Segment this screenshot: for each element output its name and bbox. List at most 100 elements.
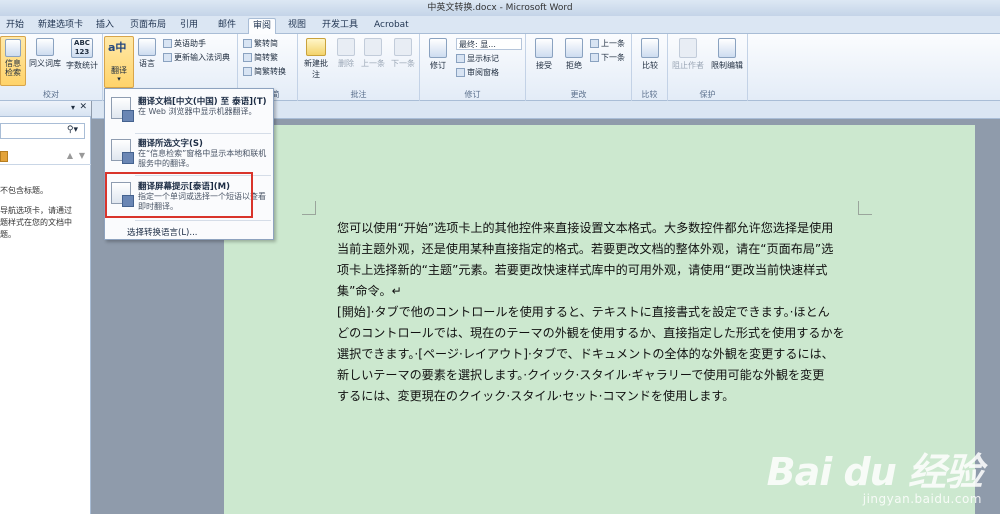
menu-item-translate-document[interactable]: 翻译文档[中文(中国) 至 泰语](T) 在 Web 浏览器中显示机器翻译。 bbox=[107, 93, 271, 133]
menu-item-choose-language[interactable]: 选择转换语言(L)... bbox=[127, 226, 197, 238]
reject-button[interactable]: 拒绝 bbox=[560, 38, 588, 71]
group-label-protect: 保护 bbox=[699, 90, 716, 99]
review-pane-button[interactable]: 审阅窗格 bbox=[456, 67, 499, 79]
review-pane-icon bbox=[456, 68, 465, 77]
prev-heading-icon[interactable]: ▲ bbox=[67, 151, 73, 160]
group-label-proofing: 校对 bbox=[43, 90, 59, 99]
nav-message-line: 题。 bbox=[0, 230, 16, 239]
delete-comment-icon bbox=[337, 38, 355, 56]
trad-simp-icon bbox=[243, 39, 252, 48]
ribbon-tabs: 开始 新建选项卡 插入 页面布局 引用 邮件 审阅 视图 开发工具 Acroba… bbox=[0, 16, 1000, 35]
translate-button[interactable]: a中 翻译 ▾ bbox=[104, 36, 134, 88]
thesaurus-button[interactable]: 同义词库 bbox=[27, 38, 63, 69]
menu-item-translate-selection[interactable]: 翻译所选文字(S) 在“信息检索”窗格中显示本地和联机服务中的翻译。 bbox=[107, 135, 271, 175]
word-count-button[interactable]: ABC 123 字数统计 bbox=[64, 38, 100, 71]
group-changes: 接受 拒绝 上一条 下一条 更改 bbox=[526, 34, 632, 101]
chevron-down-icon: ▾ bbox=[117, 75, 121, 83]
compare-button[interactable]: 比较 bbox=[636, 38, 664, 71]
baidu-watermark: Bai du 经验 jingyan.baidu.com bbox=[766, 450, 983, 506]
english-assistant-button[interactable]: 英语助手 bbox=[163, 38, 206, 50]
group-comments: 新建批注 删除 上一条 下一条 批注 bbox=[298, 34, 420, 101]
accept-icon bbox=[535, 38, 553, 58]
highlight-box bbox=[105, 172, 253, 218]
nav-message-line: 导航选项卡，请通过 bbox=[0, 206, 72, 215]
next-comment-icon bbox=[394, 38, 412, 56]
globe-icon bbox=[138, 38, 156, 56]
language-button[interactable]: 语言 bbox=[135, 38, 159, 69]
new-comment-button[interactable]: 新建批注 bbox=[301, 38, 331, 80]
group-proofing: 信息检索 同义词库 ABC 123 字数统计 校对 bbox=[0, 34, 103, 101]
group-label-compare: 比较 bbox=[641, 90, 658, 99]
tab-mailings[interactable]: 邮件 bbox=[214, 18, 240, 34]
paragraph-line: するには、変更現在のクイック·スタイル·セット·コマンドを使用します。 bbox=[337, 389, 735, 403]
navigation-tabs: ▲ ▼ bbox=[0, 149, 91, 165]
group-label-changes: 更改 bbox=[570, 90, 587, 99]
prev-comment-icon bbox=[364, 38, 382, 56]
window-title: 中英文转换.docx - Microsoft Word bbox=[427, 3, 573, 13]
trad-to-simp-button[interactable]: 繁转简 bbox=[243, 38, 278, 50]
next-change-icon bbox=[590, 53, 599, 62]
next-change-button[interactable]: 下一条 bbox=[590, 52, 625, 64]
tab-review[interactable]: 审阅 bbox=[248, 18, 277, 35]
tab-acrobat[interactable]: Acrobat bbox=[370, 18, 413, 34]
menu-separator bbox=[135, 133, 271, 134]
group-protect: 阻止作者 限制编辑 保护 bbox=[668, 34, 748, 101]
paragraph-line: 新しいテーマの要素を選択します。·クイック·スタイル·ギャラリーで使用可能な外観… bbox=[337, 368, 825, 382]
display-for-review-select[interactable]: 最终: 显... bbox=[456, 38, 522, 50]
lock-icon bbox=[718, 38, 736, 58]
chevron-down-icon[interactable]: ▾ bbox=[71, 103, 75, 112]
block-authors-icon bbox=[679, 38, 697, 58]
tab-references[interactable]: 引用 bbox=[176, 18, 202, 34]
track-changes-icon bbox=[429, 38, 447, 58]
group-label-tracking: 修订 bbox=[464, 90, 481, 99]
tab-view[interactable]: 视图 bbox=[284, 18, 310, 34]
conversion-button[interactable]: 简繁转换 bbox=[243, 66, 286, 78]
watermark-brand: Bai du 经验 bbox=[766, 450, 983, 494]
tab-insert[interactable]: 插入 bbox=[92, 18, 118, 34]
margin-corner-mark bbox=[302, 201, 316, 215]
next-comment-button[interactable]: 下一条 bbox=[389, 38, 417, 69]
nav-message-line: 题样式在您的文档中 bbox=[0, 218, 72, 227]
block-authors-button[interactable]: 阻止作者 bbox=[670, 38, 706, 71]
prev-change-button[interactable]: 上一条 bbox=[590, 38, 625, 50]
info-search-button[interactable]: 信息检索 bbox=[0, 36, 26, 86]
paragraph-line: [開始]·タブで他のコントロールを使用すると、テキストに直接書式を設定できます。… bbox=[337, 305, 830, 319]
paragraph-line: 選択できます。·[ページ·レイアウト]·タブで、ドキュメントの全体的な外観を変更… bbox=[337, 347, 834, 361]
group-label-comments: 批注 bbox=[350, 90, 367, 99]
delete-comment-button[interactable]: 删除 bbox=[335, 38, 357, 69]
headings-tab[interactable] bbox=[0, 151, 8, 162]
book-icon bbox=[5, 39, 21, 57]
paragraph-line: どのコントロールでは、現在のテーマの外観を使用するか、直接指定した形式を使用する… bbox=[337, 326, 845, 340]
paragraph-line: 当前主题外观，还是使用某种直接指定的格式。若要更改文档的整体外观，请在“页面布局… bbox=[337, 242, 834, 256]
tab-home[interactable]: 开始 bbox=[2, 18, 28, 34]
track-changes-button[interactable]: 修订 bbox=[424, 38, 452, 71]
search-icon[interactable]: ⚲▾ bbox=[67, 125, 78, 135]
menu-separator bbox=[135, 220, 271, 221]
prev-change-icon bbox=[590, 39, 599, 48]
show-markup-button[interactable]: 显示标记 bbox=[456, 53, 499, 65]
tab-developer[interactable]: 开发工具 bbox=[318, 18, 362, 34]
navigation-search-input[interactable]: ⚲▾ bbox=[0, 123, 85, 139]
navigation-pane-header: ▾ ✕ bbox=[0, 101, 91, 117]
translate-selection-icon bbox=[111, 139, 134, 164]
prev-comment-button[interactable]: 上一条 bbox=[359, 38, 387, 69]
conversion-icon bbox=[243, 67, 252, 76]
paragraph-line: 集”命令。↵ bbox=[337, 284, 402, 298]
close-icon[interactable]: ✕ bbox=[79, 102, 87, 112]
abc-icon: ABC 123 bbox=[71, 38, 93, 58]
tab-new[interactable]: 新建选项卡 bbox=[34, 18, 87, 34]
accept-button[interactable]: 接受 bbox=[530, 38, 558, 71]
margin-corner-mark bbox=[858, 201, 872, 215]
next-heading-icon[interactable]: ▼ bbox=[79, 151, 85, 160]
watermark-url: jingyan.baidu.com bbox=[862, 492, 982, 506]
compare-icon bbox=[641, 38, 659, 58]
translate-icon: a中 bbox=[108, 41, 127, 54]
simp-to-trad-button[interactable]: 简转繁 bbox=[243, 52, 278, 64]
thesaurus-icon bbox=[36, 38, 54, 56]
translate-document-icon bbox=[111, 97, 134, 122]
update-ime-button[interactable]: 更新输入法词典 bbox=[163, 52, 230, 64]
restrict-editing-button[interactable]: 限制编辑 bbox=[708, 38, 746, 71]
assistant-icon bbox=[163, 39, 172, 48]
tab-page-layout[interactable]: 页面布局 bbox=[126, 18, 170, 34]
markup-icon bbox=[456, 54, 465, 63]
